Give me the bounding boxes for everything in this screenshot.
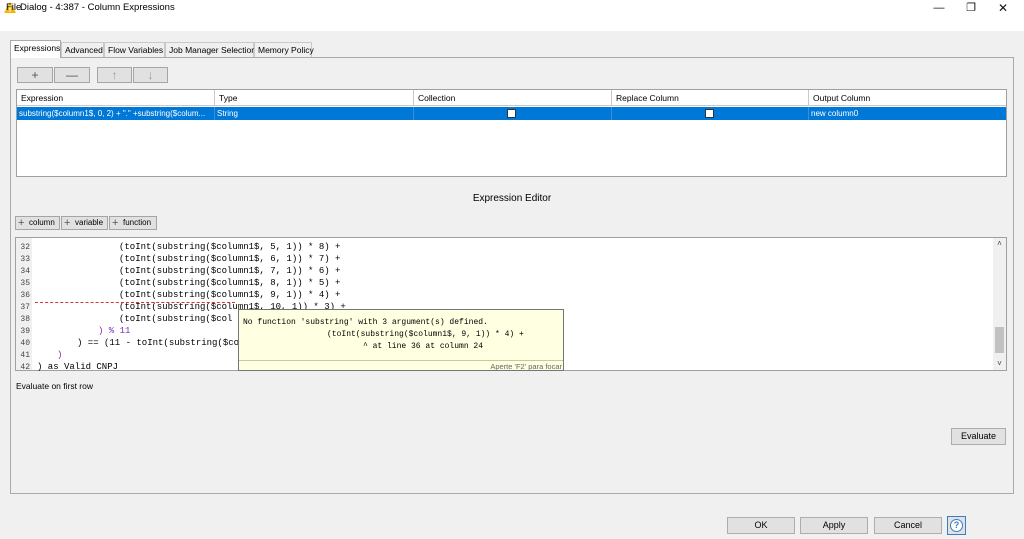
insert-function-button[interactable]: + function [109,216,157,230]
line-number: 41 [20,351,30,360]
line-number: 39 [20,327,30,336]
cancel-button[interactable]: Cancel [874,517,942,534]
plus-icon: + [112,217,119,229]
line-number: 38 [20,315,30,324]
column-header-replace-column[interactable]: Replace Column [612,90,809,106]
column-header-expression[interactable]: Expression [17,90,215,106]
code-line[interactable]: ) as Valid CNPJ [37,362,118,372]
minimize-icon[interactable]: — [924,0,954,16]
menu-file[interactable]: File [6,2,21,13]
minus-icon: — [66,68,78,82]
line-number: 34 [20,267,30,276]
insert-function-label: function [123,218,152,227]
line-number: 35 [20,279,30,288]
move-down-button[interactable]: ↓ [133,67,168,83]
evaluate-on-first-row-label: Evaluate on first row [16,381,94,391]
window-title: Dialog - 4:387 - Column Expressions [20,2,175,13]
tab-flow-variables[interactable]: Flow Variables [104,42,165,57]
cell-expression[interactable]: substring($column1$, 0, 2) + "." +substr… [17,107,214,120]
expression-editor-heading: Expression Editor [472,193,552,204]
cell-divider [611,107,612,120]
tab-memory-policy[interactable]: Memory Policy [254,42,314,57]
chevron-up-icon[interactable]: ˄ [993,239,1006,249]
add-expression-button[interactable]: + [17,67,53,83]
help-icon: ? [950,519,963,532]
plus-icon: + [64,217,71,229]
line-number: 37 [20,303,30,312]
line-number: 32 [20,243,30,252]
insert-column-label: column [29,218,55,227]
plus-icon: + [18,217,25,229]
maximize-icon[interactable]: ❐ [956,0,986,16]
code-line[interactable]: (toInt(substring($column1$, 6, 1)) * 7) … [119,254,340,264]
cell-divider [413,107,414,120]
cell-output-column[interactable]: new column0 [809,107,1005,120]
insert-variable-label: variable [75,218,104,227]
menu-bar [0,16,1024,31]
tab-expressions[interactable]: Expressions [10,40,61,58]
code-line[interactable]: (toInt(substring($column1$, 8, 1)) * 5) … [119,278,340,288]
arrow-up-icon: ↑ [111,68,118,82]
tooltip-divider [239,360,563,361]
line-number: 36 [20,291,30,300]
tooltip-message: No function 'substring' with 3 argument(… [243,318,488,327]
plus-icon: + [31,68,39,82]
code-line[interactable]: (toInt(substring($column1$, 9, 1)) * 4) … [119,290,340,300]
code-line[interactable]: ) [57,350,62,360]
tooltip-code-line: (toInt(substring($column1$, 9, 1)) * 4) … [327,330,524,339]
line-number: 33 [20,255,30,264]
line-number: 40 [20,339,30,348]
code-line[interactable]: (toInt(substring($col [119,314,232,324]
scrollbar-thumb[interactable] [995,327,1004,353]
insert-variable-button[interactable]: + variable [61,216,108,230]
cell-type[interactable]: String [215,107,413,120]
code-line[interactable]: (toInt(substring($column1$, 7, 1)) * 6) … [119,266,340,276]
column-header-output-column[interactable]: Output Column [809,90,1006,106]
collection-checkbox[interactable] [507,109,516,118]
column-header-collection[interactable]: Collection [414,90,612,106]
code-line[interactable]: ) == (11 - toInt(substring($col [77,338,244,348]
code-line[interactable]: ) % 11 [98,326,130,336]
arrow-down-icon: ↓ [147,68,154,82]
column-header-type[interactable]: Type [215,90,414,106]
remove-expression-button[interactable]: — [54,67,90,83]
chevron-down-icon[interactable]: ˅ [993,359,1006,369]
error-underline [35,300,235,303]
tab-advanced[interactable]: Advanced [61,42,104,57]
ok-button[interactable]: OK [727,517,795,534]
move-up-button[interactable]: ↑ [97,67,132,83]
replace-column-checkbox[interactable] [705,109,714,118]
tooltip-location: ^ at line 36 at column 24 [363,342,484,351]
insert-column-button[interactable]: + column [15,216,60,230]
line-number: 42 [20,363,30,372]
evaluate-button[interactable]: Evaluate [951,428,1006,445]
close-icon[interactable]: ✕ [988,0,1018,16]
apply-button[interactable]: Apply [800,517,868,534]
tooltip-focus-hint: Aperte 'F2' para focar [490,362,562,371]
code-line[interactable]: (toInt(substring($column1$, 5, 1)) * 8) … [119,242,340,252]
tab-job-manager-selection[interactable]: Job Manager Selection [165,42,256,57]
